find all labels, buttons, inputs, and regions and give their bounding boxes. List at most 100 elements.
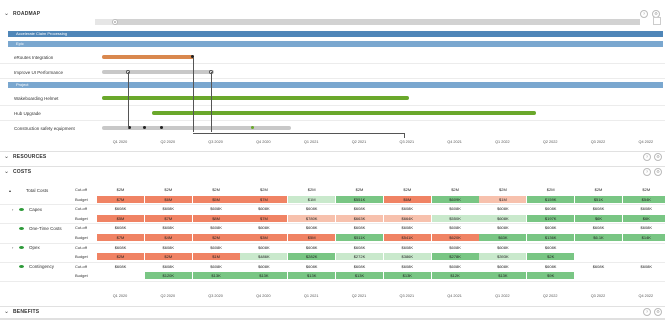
cost-cell[interactable]: $386K: [383, 253, 431, 261]
cost-cell[interactable]: $608K: [383, 205, 431, 213]
cost-cell[interactable]: $663K: [336, 214, 383, 222]
cost-cell[interactable]: $7M: [97, 195, 144, 203]
cost-cell[interactable]: [622, 243, 665, 251]
help-icon[interactable]: ?: [640, 10, 648, 18]
eye-icon[interactable]: [19, 227, 24, 230]
cost-cell[interactable]: $2M: [97, 186, 144, 193]
cost-cell[interactable]: $13K: [288, 272, 336, 280]
expand-icon[interactable]: [653, 17, 661, 25]
milestone-dot[interactable]: [143, 126, 146, 129]
cost-cell[interactable]: $12K: [431, 272, 479, 280]
cost-cell[interactable]: $550K: [431, 214, 479, 222]
milestone-dot[interactable]: [160, 126, 163, 129]
cost-cell[interactable]: $13K: [336, 272, 383, 280]
cost-cell[interactable]: $608K: [336, 243, 383, 251]
costs-section-header[interactable]: ⌄ COSTS ? ⚙: [0, 166, 665, 176]
cost-cell[interactable]: $664K: [383, 214, 431, 222]
cost-cell[interactable]: [575, 272, 622, 280]
cost-cell[interactable]: $486K: [240, 253, 288, 261]
cost-cell[interactable]: $608K: [240, 262, 288, 270]
cost-cell[interactable]: $2M: [144, 186, 192, 193]
cost-cell[interactable]: $13K: [479, 272, 527, 280]
cost-cell[interactable]: $6M: [144, 195, 192, 203]
eye-icon[interactable]: [19, 246, 24, 249]
cost-cell[interactable]: $5M: [288, 234, 336, 241]
cost-cell[interactable]: $608K: [336, 205, 383, 213]
cost-cell[interactable]: $278K: [431, 253, 479, 261]
help-icon[interactable]: ?: [643, 153, 651, 161]
cost-cell[interactable]: $13K: [383, 272, 431, 280]
cost-cell[interactable]: $608K: [240, 224, 288, 232]
cost-cell[interactable]: $608K: [479, 262, 527, 270]
eye-icon[interactable]: [19, 208, 24, 211]
cost-cell[interactable]: $608K: [527, 262, 575, 270]
cost-cell[interactable]: $608K: [575, 262, 622, 270]
cost-cell[interactable]: $608K: [192, 243, 240, 251]
cost-cell[interactable]: $159K: [527, 195, 575, 203]
cost-cell[interactable]: $608K: [288, 262, 336, 270]
benefits-section-header[interactable]: ⌄ BENEFITS ? ⚙: [0, 306, 665, 316]
epic-bar[interactable]: [102, 55, 194, 59]
cost-cell[interactable]: $7M: [97, 234, 144, 241]
project-row-label[interactable]: Construction safety equipment: [14, 126, 75, 131]
cost-cell[interactable]: $120K: [144, 272, 192, 280]
cost-cell[interactable]: $8M: [192, 214, 240, 222]
cost-cell[interactable]: $51K: [575, 195, 622, 203]
chevron-down-icon[interactable]: ⌄: [4, 168, 9, 175]
timeline-scrollbar[interactable]: 0: [95, 19, 640, 25]
cost-cell[interactable]: $608K: [144, 243, 192, 251]
cost-cell[interactable]: $780K: [288, 214, 336, 222]
project-row-label[interactable]: Hub Upgrade: [14, 111, 41, 116]
cost-cell[interactable]: $393K: [479, 253, 527, 261]
cost-cell[interactable]: $2M: [240, 186, 288, 193]
cost-cell[interactable]: $551K: [336, 195, 383, 203]
cost-cell[interactable]: $608K: [288, 205, 336, 213]
cost-cell[interactable]: $2M: [575, 186, 622, 193]
cost-cell[interactable]: $7M: [240, 195, 288, 203]
timeline-handle[interactable]: 0: [112, 19, 118, 25]
chevron-down-icon[interactable]: ⌄: [4, 308, 9, 315]
cost-cell[interactable]: $2M: [622, 186, 665, 193]
epic-row-label[interactable]: Improve UI Performance: [14, 70, 63, 75]
cost-cell[interactable]: $608K: [97, 262, 144, 270]
collapse-icon[interactable]: ▴: [9, 188, 11, 193]
roadmap-section-header[interactable]: ⌄ ROADMAP ? ⚙: [0, 9, 665, 18]
cost-cell[interactable]: $6K: [575, 214, 622, 222]
cost-cell[interactable]: [622, 253, 665, 261]
cost-cell[interactable]: $54K: [622, 195, 665, 203]
cost-cell[interactable]: $608K: [479, 214, 527, 222]
chevron-down-icon[interactable]: ⌄: [4, 10, 9, 17]
help-icon[interactable]: ?: [643, 308, 651, 316]
project-group-band[interactable]: Project: [8, 82, 663, 88]
project-bar[interactable]: [102, 96, 409, 100]
resources-section-header[interactable]: ⌄ RESOURCES ? ⚙: [0, 151, 665, 161]
cost-cell[interactable]: $608K: [479, 224, 527, 232]
help-icon[interactable]: ?: [643, 168, 651, 176]
cost-cell[interactable]: $136K: [527, 234, 575, 241]
eye-icon[interactable]: [19, 265, 24, 268]
cost-cell[interactable]: $620K: [431, 234, 479, 241]
cost-cell[interactable]: $4M: [144, 234, 192, 241]
settings-icon[interactable]: ⚙: [654, 308, 662, 316]
cost-cell[interactable]: [575, 253, 622, 261]
cost-cell[interactable]: $608K: [431, 243, 479, 251]
cost-cell[interactable]: $608K: [622, 262, 665, 270]
cost-cell[interactable]: $2M: [144, 253, 192, 261]
cost-cell[interactable]: $608K: [622, 224, 665, 232]
cost-cell[interactable]: $608K: [97, 243, 144, 251]
cost-cell[interactable]: $608K: [527, 243, 575, 251]
cost-cell[interactable]: $608K: [479, 243, 527, 251]
cost-cell[interactable]: $608K: [336, 224, 383, 232]
settings-icon[interactable]: ⚙: [654, 168, 662, 176]
milestone-dot[interactable]: [251, 126, 254, 129]
expand-chevron-icon[interactable]: ›: [12, 245, 13, 250]
cost-cell[interactable]: $2M: [383, 186, 431, 193]
cost-cell[interactable]: $608K: [622, 205, 665, 213]
epic-row-label[interactable]: eRoutes Integration: [14, 55, 53, 60]
cost-cell[interactable]: $3M: [240, 234, 288, 241]
cost-cell[interactable]: $608K: [383, 262, 431, 270]
project-bar[interactable]: [152, 111, 536, 115]
cost-cell[interactable]: $197K: [527, 214, 575, 222]
cost-cell[interactable]: $511K: [336, 234, 383, 241]
cost-cell[interactable]: $5M: [97, 214, 144, 222]
